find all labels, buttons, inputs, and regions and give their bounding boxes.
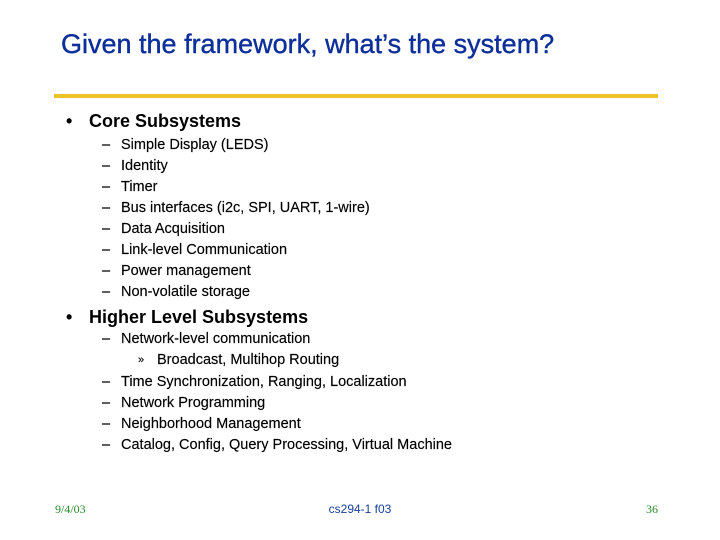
list-item-text: Simple Display (LEDS) — [121, 137, 269, 153]
list-item-text: Non-volatile storage — [121, 284, 250, 300]
sub-list-item-text: Broadcast, Multihop Routing — [157, 352, 340, 368]
dash-icon: – — [102, 284, 111, 300]
list-item-text: Neighborhood Management — [121, 416, 301, 432]
dash-icon: – — [102, 263, 111, 279]
bullet-icon: • — [66, 111, 73, 131]
dash-icon: – — [102, 221, 111, 237]
section-heading: Higher Level Subsystems — [89, 307, 309, 327]
footer-date: 9/4/03 — [55, 502, 86, 516]
bullet-icon: • — [66, 307, 73, 327]
double-chevron-icon: » — [138, 354, 145, 366]
list-item-text: Power management — [121, 263, 251, 279]
title-underline-rule — [54, 94, 658, 98]
list-item-text: Identity — [121, 158, 168, 174]
dash-icon: – — [102, 200, 111, 216]
list-item-text: Network-level communication — [121, 331, 311, 347]
list-item-text: Data Acquisition — [121, 221, 225, 237]
dash-icon: – — [102, 137, 111, 153]
section-heading: Core Subsystems — [89, 111, 242, 131]
dash-icon: – — [102, 395, 111, 411]
list-item-text: Catalog, Config, Query Processing, Virtu… — [121, 437, 452, 453]
dash-icon: – — [102, 179, 111, 195]
list-item-text: Time Synchronization, Ranging, Localizat… — [121, 374, 407, 390]
list-item-text: Link-level Communication — [121, 242, 288, 258]
list-item-text: Network Programming — [121, 395, 266, 411]
list-item-text: Bus interfaces (i2c, SPI, UART, 1-wire) — [121, 200, 370, 216]
footer-course-label: cs294-1 f03 — [328, 502, 392, 516]
dash-icon: – — [102, 331, 111, 347]
footer-page-number: 36 — [646, 502, 658, 516]
dash-icon: – — [102, 158, 111, 174]
slide-title: Given the framework, what’s the system? — [61, 29, 555, 59]
dash-icon: – — [102, 374, 111, 390]
dash-icon: – — [102, 416, 111, 432]
list-item-text: Timer — [121, 179, 158, 195]
dash-icon: – — [102, 242, 111, 258]
dash-icon: – — [102, 437, 111, 453]
